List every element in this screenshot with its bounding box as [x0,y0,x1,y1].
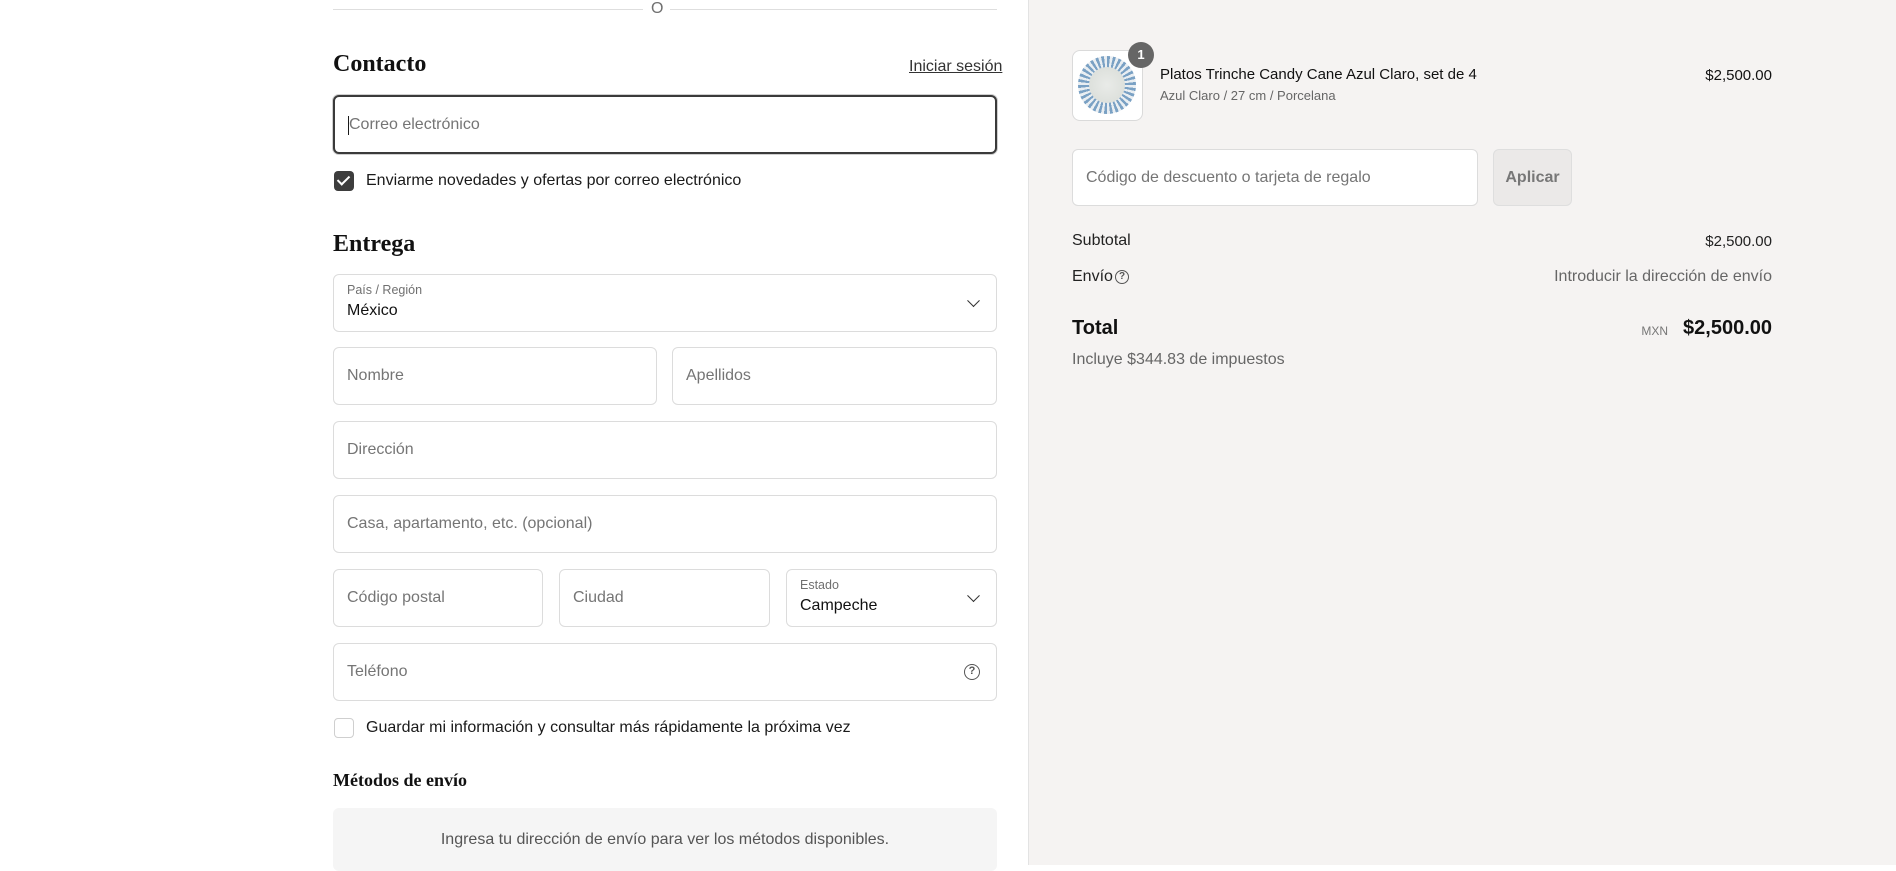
divider-line-left [333,9,643,10]
last-name-field[interactable]: Apellidos [672,347,997,405]
chevron-down-icon [967,589,980,603]
country-select[interactable]: País / Región México [333,274,997,332]
state-label: Estado [800,578,839,592]
first-name-field[interactable]: Nombre [333,347,657,405]
divider-text: O [651,0,664,17]
email-placeholder: Correo electrónico [349,115,480,133]
subtotal-value: $2,500.00 [1705,233,1772,250]
tax-note: Incluye $344.83 de impuestos [1072,351,1285,368]
subtotal-label: Subtotal [1072,232,1131,249]
shipping-methods-empty-box: Ingresa tu dirección de envío para ver l… [333,808,997,871]
total-label: Total [1072,317,1119,339]
shipping-value: Introducir la dirección de envío [1554,268,1772,285]
shipping-methods-title: Métodos de envío [333,770,467,790]
last-name-placeholder: Apellidos [686,367,751,384]
first-name-placeholder: Nombre [347,367,404,384]
currency-code: MXN [1641,324,1668,338]
contact-title: Contacto [333,51,427,77]
phone-placeholder: Teléfono [347,663,408,680]
help-icon[interactable]: ? [964,664,980,680]
country-label: País / Región [347,283,423,297]
city-field[interactable]: Ciudad [559,569,770,627]
email-field[interactable]: Correo electrónico [333,95,997,154]
city-placeholder: Ciudad [573,589,624,606]
delivery-title: Entrega [333,231,416,257]
plate-image [1078,56,1136,114]
postal-code-placeholder: Código postal [347,589,445,606]
address-placeholder: Dirección [347,441,414,458]
divider-line-right [670,9,997,10]
apply-button[interactable]: Aplicar [1493,149,1572,206]
discount-code-field[interactable]: Código de descuento o tarjeta de regalo [1072,149,1478,206]
save-info-label: Guardar mi información y consultar más r… [366,719,851,736]
phone-field[interactable]: Teléfono ? [333,643,997,701]
postal-code-field[interactable]: Código postal [333,569,543,627]
help-icon[interactable]: ? [1115,270,1129,284]
order-summary-column: 1 Platos Trinche Candy Cane Azul Claro, … [1028,0,1896,865]
state-select[interactable]: Estado Campeche [786,569,997,627]
state-value: Campeche [800,597,878,614]
save-info-checkbox[interactable] [334,718,354,738]
shipping-methods-message: Ingresa tu dirección de envío para ver l… [440,830,890,848]
product-name: Platos Trinche Candy Cane Azul Claro, se… [1160,66,1477,83]
country-value: México [347,302,398,319]
discount-placeholder: Código de descuento o tarjeta de regalo [1086,168,1371,186]
quantity-badge: 1 [1128,42,1154,68]
apartment-placeholder: Casa, apartamento, etc. (opcional) [347,515,593,532]
shipping-label: Envío [1072,268,1113,285]
login-link[interactable]: Iniciar sesión [909,58,1002,76]
newsletter-checkbox[interactable] [334,171,354,191]
newsletter-label: Enviarme novedades y ofertas por correo … [366,172,742,189]
apartment-field[interactable]: Casa, apartamento, etc. (opcional) [333,495,997,553]
product-price: $2,500.00 [1705,67,1772,84]
total-value: $2,500.00 [1683,317,1772,339]
product-variant: Azul Claro / 27 cm / Porcelana [1160,88,1336,103]
chevron-down-icon [967,294,980,308]
address-field[interactable]: Dirección [333,421,997,479]
checkout-form-column: O Contacto Iniciar sesión Correo electró… [0,0,1028,871]
